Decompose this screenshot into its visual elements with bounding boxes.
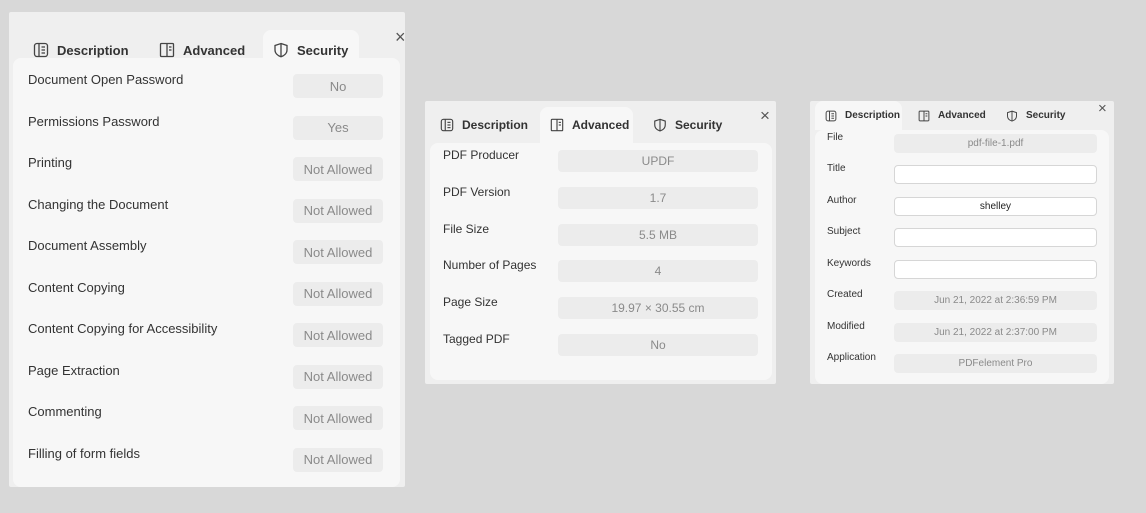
tab-description[interactable]: Description	[815, 101, 902, 130]
value-pdf-version: 1.7	[558, 186, 758, 209]
label-application: Application	[827, 352, 876, 363]
value-changing-the-document: Not Allowed	[293, 198, 383, 223]
book-icon	[918, 110, 938, 122]
label-file: File	[827, 131, 844, 143]
label-content-copying: Content Copying	[28, 279, 125, 295]
tab-security[interactable]: Security	[996, 101, 1086, 130]
advanced-panel: Description Advanced Security × PDF Produc…	[425, 101, 776, 384]
tab-security[interactable]: Security	[643, 107, 743, 143]
tab-description[interactable]: Description	[430, 107, 540, 143]
tab-label: Description	[845, 110, 901, 121]
label-changing-the-document: Changing the Document	[28, 196, 169, 212]
label-modified: Modified	[827, 320, 865, 332]
close-icon[interactable]: ×	[395, 28, 406, 46]
close-icon[interactable]: ×	[760, 107, 770, 124]
label-file-size: File Size	[443, 221, 490, 236]
book-icon	[159, 42, 183, 58]
value-pdf-producer: UPDF	[558, 150, 758, 172]
tab-label: Advanced	[572, 118, 630, 132]
field-title[interactable]	[894, 165, 1097, 184]
value-file-size: 5.5 MB	[558, 223, 758, 246]
tab-label: Advanced	[183, 42, 246, 58]
value-commenting: Not Allowed	[293, 406, 383, 430]
value-content-copying: Not Allowed	[293, 281, 383, 306]
field-author[interactable]: shelley	[894, 196, 1097, 216]
label-page-extraction: Page Extraction	[28, 362, 120, 378]
value-tagged-pdf: No	[558, 334, 758, 356]
value-number-of-pages: 4	[558, 260, 758, 283]
tab-label: Description	[462, 118, 529, 132]
label-commenting: Commenting	[28, 404, 102, 419]
label-keywords: Keywords	[827, 257, 871, 269]
value-file: pdf-file-1.pdf	[894, 133, 1097, 153]
tab-label: Security	[297, 42, 349, 58]
label-content-copying-for-accessibility: Content Copying for Accessibility	[28, 321, 218, 336]
tab-label: Security	[675, 118, 723, 132]
description-panel: Description Advanced Security × File pdf-fi…	[810, 101, 1114, 384]
shield-icon	[273, 42, 297, 58]
label-created: Created	[827, 289, 863, 300]
book-icon	[550, 118, 572, 132]
tab-label: Description	[57, 42, 129, 58]
label-permissions-password: Permissions Password	[28, 113, 160, 129]
label-pdf-producer: PDF Producer	[443, 148, 520, 162]
document-sidebar-icon	[825, 110, 845, 122]
field-keywords[interactable]	[894, 259, 1097, 279]
tab-label: Security	[1026, 110, 1066, 121]
shield-icon	[1006, 110, 1026, 122]
label-page-size: Page Size	[443, 295, 498, 310]
value-permissions-password: Yes	[293, 115, 383, 140]
label-document-open-password: Document Open Password	[28, 72, 184, 87]
label-document-assembly: Document Assembly	[28, 238, 147, 253]
tab-label: Advanced	[938, 110, 986, 121]
field-subject[interactable]	[894, 228, 1097, 247]
tab-advanced[interactable]: Advanced	[908, 101, 998, 130]
label-filling-of-form-fields: Filling of form fields	[28, 445, 140, 461]
label-pdf-version: PDF Version	[443, 184, 511, 199]
value-document-open-password: No	[293, 74, 383, 98]
shield-icon	[653, 118, 675, 132]
label-tagged-pdf: Tagged PDF	[443, 332, 510, 346]
value-created: Jun 21, 2022 at 2:36:59 PM	[894, 291, 1097, 310]
document-sidebar-icon	[440, 118, 462, 132]
value-page-size: 19.97 × 30.55 cm	[558, 297, 758, 320]
label-printing: Printing	[28, 155, 73, 170]
label-subject: Subject	[827, 226, 861, 237]
value-filling-of-form-fields: Not Allowed	[293, 447, 383, 472]
security-panel: Description Advanced Security × Document O…	[9, 12, 406, 487]
value-content-copying-for-accessibility: Not Allowed	[293, 323, 383, 347]
value-document-assembly: Not Allowed	[293, 240, 383, 264]
close-icon[interactable]: ×	[1098, 101, 1107, 116]
value-application: PDFelement Pro	[894, 354, 1097, 373]
document-sidebar-icon	[33, 42, 57, 58]
value-printing: Not Allowed	[293, 157, 383, 181]
value-page-extraction: Not Allowed	[293, 364, 383, 389]
tab-advanced[interactable]: Advanced	[540, 107, 633, 143]
value-modified: Jun 21, 2022 at 2:37:00 PM	[894, 322, 1097, 342]
label-title: Title	[827, 163, 846, 174]
label-number-of-pages: Number of Pages	[443, 258, 537, 273]
label-author: Author	[827, 194, 857, 206]
